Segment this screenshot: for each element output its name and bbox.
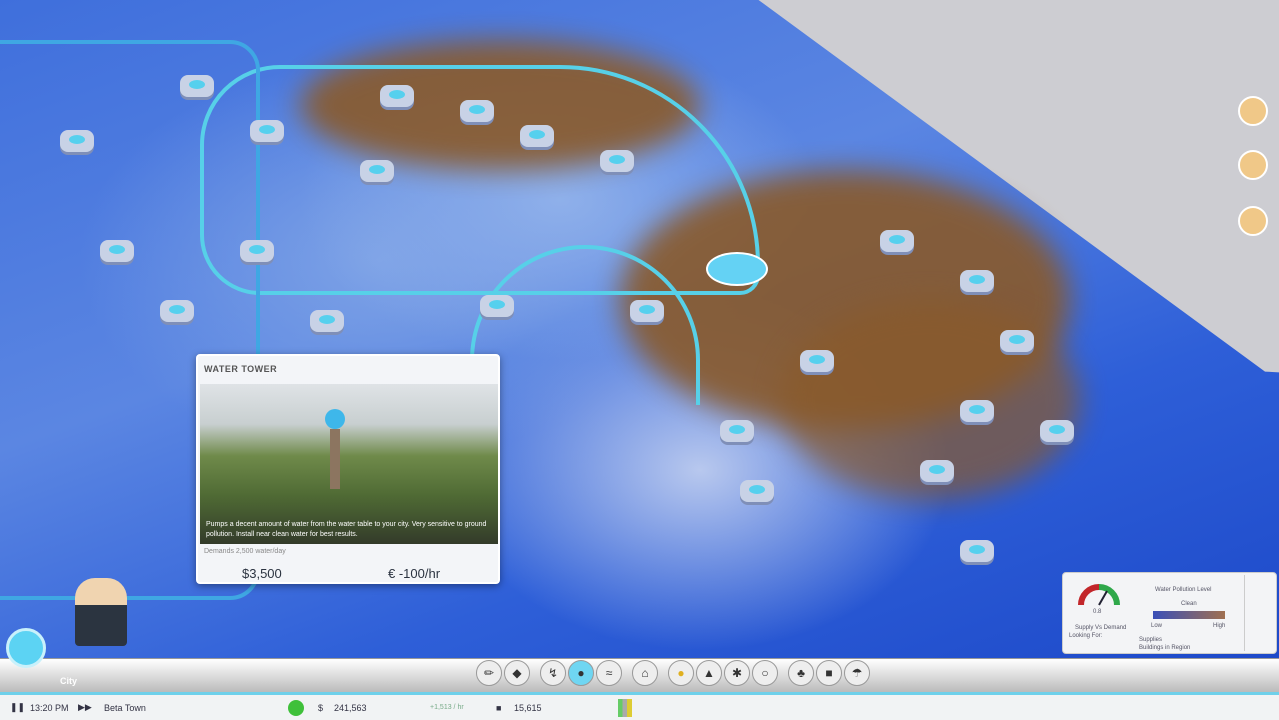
mayor-avatar[interactable] (75, 578, 127, 646)
health-tool-button[interactable]: ✱ (724, 660, 750, 686)
building-upkeep: € -100/hr (388, 566, 441, 581)
pause-button[interactable]: ❚❚ (10, 702, 25, 713)
supply-gauge-icon (1078, 584, 1120, 606)
gauge-value: 0.8 (1093, 609, 1102, 615)
player-avatar[interactable] (1238, 150, 1268, 180)
player-avatar[interactable] (1238, 206, 1268, 236)
education-tool-button[interactable]: ▲ (696, 660, 722, 686)
water-tower[interactable] (706, 252, 768, 286)
status-bar: ❚❚ 13:20 PM ▶▶ Beta Town $ 241,563 +1,51… (0, 692, 1279, 720)
residential-tool-button[interactable]: ● (668, 660, 694, 686)
city-tab[interactable]: City (60, 676, 77, 686)
power-tool-button[interactable]: ↯ (540, 660, 566, 686)
legend-title: Water Pollution Level (1155, 587, 1212, 593)
city-name: Beta Town (104, 702, 146, 713)
water-tower-icon (325, 409, 345, 429)
bottom-hud: ✏ ◆ ↯ ● ≈ ⌂ ● ▲ ✱ ○ ♣ ■ ☂ City ❚❚ 13:20 … (0, 620, 1279, 720)
money-rate: +1,513 / hr (430, 704, 464, 711)
player-avatar[interactable] (1238, 96, 1268, 126)
city-view-button[interactable] (6, 628, 46, 668)
happiness-icon (288, 699, 304, 716)
building-title: WATER TOWER (204, 364, 278, 374)
city-map[interactable] (0, 0, 1279, 660)
police-tool-button[interactable]: ○ (752, 660, 778, 686)
park-tool-button[interactable]: ♣ (788, 660, 814, 686)
mass-transit-tool-button[interactable]: ☂ (844, 660, 870, 686)
game-time: 13:20 PM (30, 702, 69, 713)
speed-button[interactable]: ▶▶ (78, 702, 92, 713)
pollution-legend-bar (1153, 611, 1225, 619)
money-value: 241,563 (334, 702, 367, 713)
transport-tool-button[interactable]: ■ (816, 660, 842, 686)
sewage-tool-button[interactable]: ≈ (596, 660, 622, 686)
upkeep-value: -100/hr (398, 566, 441, 581)
money-icon: $ (318, 702, 324, 713)
building-info-panel: WATER TOWER Pumps a decent amount of wat… (196, 354, 500, 584)
government-tool-button[interactable]: ⌂ (632, 660, 658, 686)
building-cost: $3,500 (242, 566, 282, 581)
rci-demand-bars[interactable] (618, 698, 632, 717)
building-demand: Demands 2,500 water/day (204, 548, 286, 555)
population-value: 15,615 (514, 702, 542, 713)
road-tool-button[interactable]: ✏ (476, 660, 502, 686)
population-icon: ■ (496, 702, 502, 713)
zone-tool-button[interactable]: ◆ (504, 660, 530, 686)
building-description: Pumps a decent amount of water from the … (206, 521, 487, 538)
water-tool-button[interactable]: ● (568, 660, 594, 686)
building-preview-image: Pumps a decent amount of water from the … (200, 384, 498, 544)
legend-subtitle: Clean (1181, 601, 1197, 607)
